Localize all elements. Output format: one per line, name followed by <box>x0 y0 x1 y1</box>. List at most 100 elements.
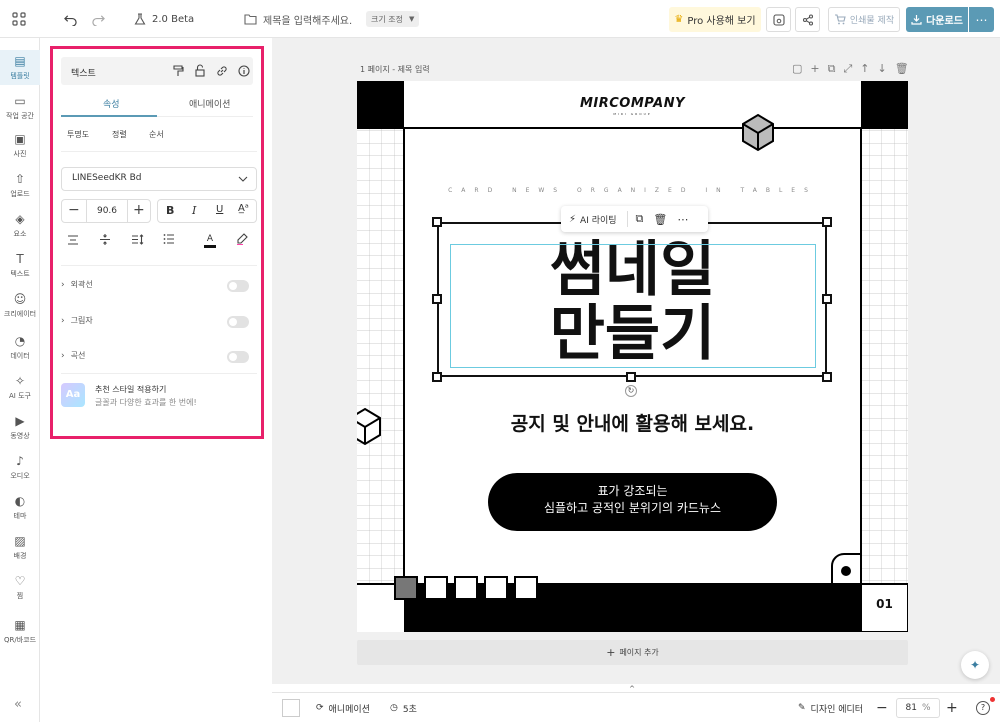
paint-roller-icon[interactable] <box>173 65 184 77</box>
nav-item-elements[interactable]: ◈ 요소 <box>0 208 40 243</box>
nav-item-creator[interactable]: ☺ 크리에이터 <box>0 288 40 323</box>
nav-item-data[interactable]: ◔ 데이터 <box>0 330 40 365</box>
nav-item-template[interactable]: ▤ 템플릿 <box>0 50 40 85</box>
download-more-button[interactable]: ⋯ <box>969 7 994 32</box>
trash-icon[interactable]: 🗑 <box>895 62 909 76</box>
resize-handle[interactable] <box>432 217 442 227</box>
tab-properties[interactable]: 속성 <box>103 97 120 110</box>
zoom-input[interactable]: 81 % <box>896 698 940 718</box>
resize-handle[interactable] <box>626 372 636 382</box>
outline-toggle[interactable] <box>227 280 249 292</box>
save-button[interactable] <box>766 7 791 32</box>
more-options-icon[interactable]: ⋯ <box>677 213 688 226</box>
nav-item-photo[interactable]: ▣ 사진 <box>0 128 40 163</box>
info-icon[interactable] <box>238 65 250 77</box>
undo-icon[interactable] <box>64 0 77 38</box>
zoom-in-icon[interactable]: + <box>946 693 958 723</box>
resize-handle[interactable] <box>822 217 832 227</box>
link-icon[interactable] <box>216 65 228 77</box>
align-center-icon[interactable] <box>67 235 79 245</box>
nav-item-audio[interactable]: ♪ 오디오 <box>0 450 40 485</box>
list-icon[interactable] <box>163 234 175 244</box>
resize-handle[interactable] <box>432 294 442 304</box>
share-button[interactable] <box>795 7 820 32</box>
resize-handle[interactable] <box>822 372 832 382</box>
page-icon[interactable]: ▢ <box>792 62 802 76</box>
align-button[interactable]: 정렬 <box>112 129 127 140</box>
nav-item-video[interactable]: ▶ 동영상 <box>0 410 40 445</box>
order-button[interactable]: 순서 <box>149 129 164 140</box>
text-effect-icon[interactable]: A̲ᵃ <box>238 203 249 214</box>
lock-icon[interactable] <box>195 64 205 77</box>
resize-handle[interactable] <box>432 372 442 382</box>
design-editor-button[interactable]: ✎ 디자인 에디터 <box>798 693 863 723</box>
nav-item-ai-tools[interactable]: ✧ AI 도구 <box>0 370 40 405</box>
move-up-icon[interactable]: ↑ <box>860 62 869 76</box>
tab-animation[interactable]: 애니메이션 <box>189 97 230 110</box>
curve-section[interactable]: › 곡선 <box>61 350 257 363</box>
text-color-swatch <box>204 245 216 248</box>
font-size-input[interactable]: 90.6 <box>86 200 128 222</box>
add-page-icon[interactable]: + <box>810 62 819 76</box>
page-label[interactable]: 1 페이지 - 제목 입력 <box>360 64 430 75</box>
chevron-down-icon <box>238 176 248 182</box>
duration-button[interactable]: ◷ 5초 <box>390 693 417 723</box>
text-color-button[interactable]: A <box>203 231 217 248</box>
ai-assistant-icon[interactable]: ✦ <box>961 651 989 679</box>
curve-toggle[interactable] <box>227 351 249 363</box>
expand-icon[interactable]: ⤢ <box>843 62 852 76</box>
font-size-stepper[interactable]: − 90.6 + <box>61 199 151 223</box>
opacity-button[interactable]: 투명도 <box>67 129 89 140</box>
theme-icon: ◐ <box>14 494 26 508</box>
duplicate-page-icon[interactable]: ⧉ <box>828 62 836 76</box>
outline-section[interactable]: › 외곽선 <box>61 279 257 292</box>
download-button[interactable]: 다운로드 <box>906 7 968 32</box>
rotate-icon[interactable]: ↻ <box>625 385 637 397</box>
text-bounds <box>450 244 816 368</box>
panel-tabs: 속성 애니메이션 <box>61 91 253 117</box>
delete-icon[interactable]: 🗑 <box>653 213 667 226</box>
recommend-desc: 글꼴과 다양한 효과를 한 번에! <box>95 398 197 407</box>
collapse-icon[interactable]: « <box>14 697 22 712</box>
duplicate-icon[interactable]: ⧉ <box>636 212 644 226</box>
letter-spacing-icon[interactable] <box>99 233 111 246</box>
nav-item-upload[interactable]: ⇧ 업로드 <box>0 168 40 203</box>
title-input[interactable]: 제목을 입력해주세요. <box>263 12 352 27</box>
resize-dropdown[interactable]: 크기 조정 ▼ <box>366 11 420 27</box>
nav-item-qr[interactable]: ▦ QR/바코드 <box>0 614 40 649</box>
increase-font-icon[interactable]: + <box>133 202 145 218</box>
subtitle[interactable]: 공지 및 안내에 활용해 보세요. <box>357 409 908 436</box>
line-height-icon[interactable] <box>131 234 144 245</box>
recommend-style-card[interactable]: Aa 추천 스타일 적용하기 글꼴과 다양한 효과를 한 번에! <box>61 383 257 415</box>
nav-item-theme[interactable]: ◐ 테마 <box>0 490 40 525</box>
nav-item-background[interactable]: ▨ 배경 <box>0 530 40 565</box>
move-down-icon[interactable]: ↓ <box>878 62 887 76</box>
page-thumbnail[interactable] <box>282 699 300 717</box>
pro-trial-button[interactable]: ♛ Pro 사용해 보기 <box>669 7 761 32</box>
print-order-button[interactable]: 인쇄물 제작 <box>828 7 900 32</box>
help-icon[interactable]: ? <box>976 693 990 723</box>
font-family-select[interactable]: LINESeedKR Bd <box>61 167 257 191</box>
shadow-section[interactable]: › 그림자 <box>61 315 257 328</box>
divider <box>61 373 257 374</box>
beta-version[interactable]: 2.0 Beta <box>134 0 194 38</box>
resize-handle[interactable] <box>822 294 832 304</box>
add-page-button[interactable]: + 페이지 추가 <box>357 640 908 665</box>
nav-item-text[interactable]: T 텍스트 <box>0 248 40 283</box>
ai-writing-button[interactable]: AI 라이팅 <box>580 213 617 226</box>
apps-icon[interactable] <box>12 0 26 38</box>
bold-icon[interactable]: B <box>166 204 174 217</box>
underline-icon[interactable]: U <box>216 204 223 215</box>
pill-box[interactable]: 표가 강조되는 심플하고 공적인 분위기의 카드뉴스 <box>488 473 777 531</box>
highlight-pen-icon[interactable] <box>236 233 248 245</box>
nav-item-workspace[interactable]: ▭ 작업 공간 <box>0 90 40 125</box>
animation-button[interactable]: ⟳ 애니메이션 <box>316 693 370 723</box>
italic-icon[interactable]: I <box>192 204 196 217</box>
shadow-toggle[interactable] <box>227 316 249 328</box>
nav-label: 찜 <box>16 592 24 600</box>
nav-item-heart[interactable]: ♡ 찜 <box>0 570 40 605</box>
title-field[interactable]: 제목을 입력해주세요. <box>244 0 352 38</box>
decrease-font-icon[interactable]: − <box>68 202 80 218</box>
zoom-out-icon[interactable]: − <box>876 693 888 723</box>
redo-icon[interactable] <box>92 0 105 38</box>
